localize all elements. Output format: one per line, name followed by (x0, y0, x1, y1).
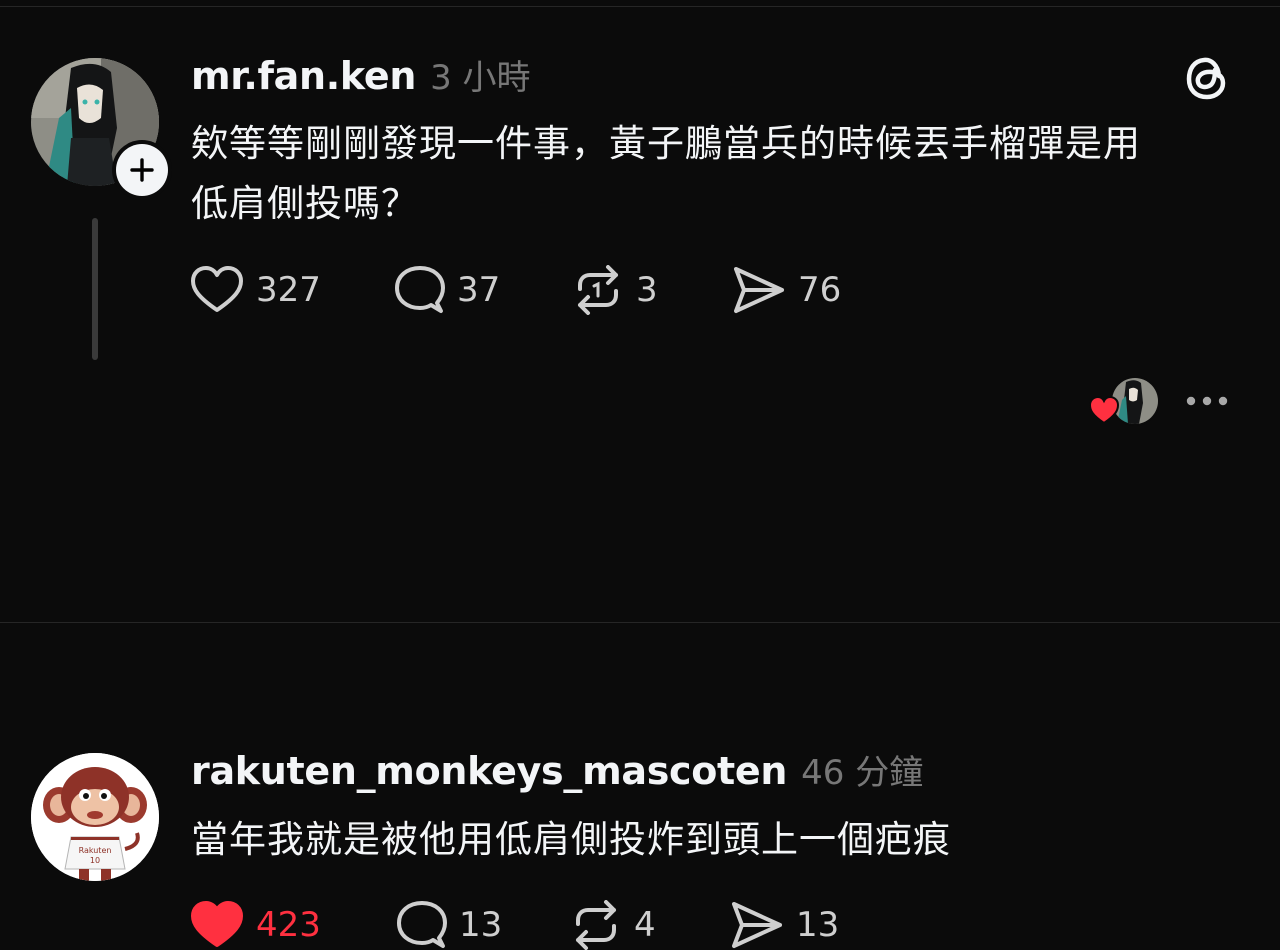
like-count: 327 (256, 270, 321, 310)
monkey-mascot-avatar-image: Rakuten 10 (31, 753, 159, 881)
post-header: rakuten_monkeys_mascoten 46 分鐘 (191, 745, 923, 793)
mascot-jersey-text: Rakuten (79, 846, 112, 855)
plus-icon (130, 158, 154, 182)
post-timestamp: 3 小時 (430, 58, 531, 98)
share-count: 76 (798, 270, 842, 310)
repost-icon (576, 900, 616, 950)
more-dots-icon[interactable] (1182, 388, 1232, 414)
follow-button[interactable] (112, 140, 172, 200)
reply-button[interactable]: 13 (395, 900, 502, 950)
repost-button[interactable]: 3 (572, 265, 658, 315)
comment-icon (397, 901, 447, 948)
reply-count: 37 (457, 270, 501, 310)
reply-button[interactable]: 37 (393, 265, 500, 315)
post-body-line: 低肩側投嗎？ (191, 182, 419, 225)
bottom-divider (0, 622, 1280, 623)
heart-filled-icon (191, 901, 243, 947)
like-button[interactable]: 423 (190, 900, 321, 950)
heart-icon (191, 266, 243, 312)
username[interactable]: mr.fan.ken (191, 54, 416, 98)
post-body-line: 當年我就是被他用低肩側投炸到頭上一個疤痕 (191, 818, 951, 861)
repost-count: 4 (634, 905, 656, 945)
share-button[interactable]: 13 (730, 900, 839, 950)
threads-logo-icon[interactable] (1182, 52, 1234, 104)
like-button[interactable]: 327 (190, 265, 321, 315)
post-body: 當年我就是被他用低肩側投炸到頭上一個疤痕 (191, 810, 1241, 870)
repost-button[interactable]: 4 (570, 900, 656, 950)
avatar[interactable]: Rakuten 10 (31, 753, 159, 881)
reply-count: 13 (459, 905, 503, 945)
mascot-jersey-number: 10 (90, 856, 100, 865)
liked-by-author-indicator (1088, 376, 1160, 426)
thread-connector-line (92, 218, 98, 360)
thread-post: mr.fan.ken 3 小時 欸等等剛剛發現一件事，黃子鵬當兵的時候丟手榴彈是… (0, 0, 1280, 370)
repost-icon (578, 265, 618, 315)
share-count: 13 (796, 905, 840, 945)
post-timestamp: 46 分鐘 (801, 753, 924, 793)
heart-icon (1088, 395, 1120, 425)
send-icon (732, 902, 782, 948)
comment-icon (395, 266, 445, 313)
username[interactable]: rakuten_monkeys_mascoten (191, 749, 787, 793)
post-header: mr.fan.ken 3 小時 (191, 50, 531, 98)
post-body-line: 欸等等剛剛發現一件事，黃子鵬當兵的時候丟手榴彈是用 (191, 122, 1141, 165)
like-count: 423 (256, 905, 321, 945)
post-body: 欸等等剛剛發現一件事，黃子鵬當兵的時候丟手榴彈是用 低肩側投嗎？ (191, 114, 1241, 234)
send-icon (734, 267, 784, 313)
repost-count: 3 (636, 270, 658, 310)
share-button[interactable]: 76 (732, 265, 841, 315)
